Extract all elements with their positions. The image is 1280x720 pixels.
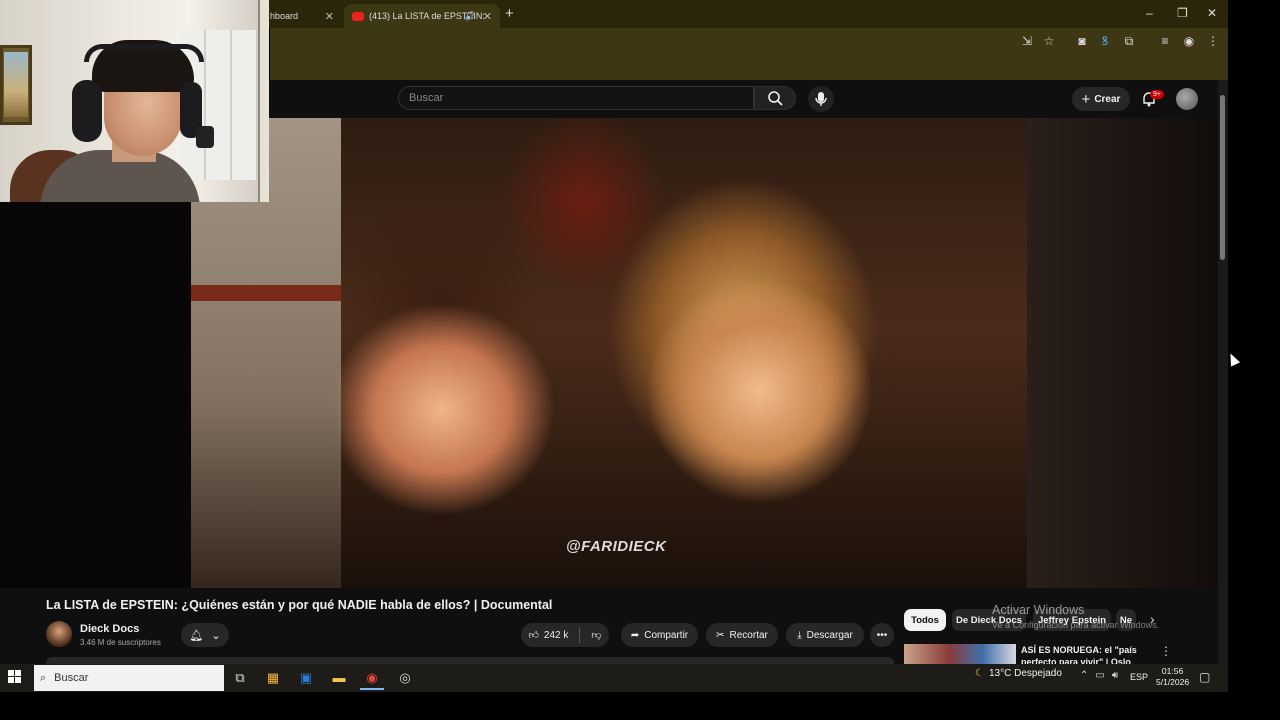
video-frame-edge (1027, 118, 1218, 588)
channel-name[interactable]: Dieck Docs (80, 623, 139, 635)
restore-button[interactable]: ❐ (1177, 6, 1188, 20)
search-button[interactable] (754, 86, 796, 110)
chip-all[interactable]: Todos (904, 609, 946, 631)
obs-icon[interactable]: ◎ (395, 668, 415, 688)
notifications-center-icon[interactable]: ▢ (1199, 670, 1210, 684)
search-icon (768, 91, 783, 106)
input-language[interactable]: ESP (1130, 672, 1148, 682)
like-count[interactable]: 242 k (544, 630, 568, 641)
browser-tab[interactable]: hboard ✕ (270, 4, 342, 28)
search-input[interactable]: Buscar (398, 86, 754, 110)
clock-date: 5/1/2026 (1156, 677, 1190, 687)
weather-text: 13°C Despejado (988, 668, 1062, 679)
task-view-icon[interactable]: ⧉ (230, 668, 250, 688)
download-button[interactable]: ⤓ Descargar (786, 623, 864, 647)
clock[interactable]: 01:56 5/1/2026 (1156, 666, 1189, 688)
description-box[interactable] (46, 657, 894, 664)
thumbs-up-icon[interactable]: 👍︎ (528, 629, 538, 641)
recommended-title[interactable]: ASÍ ES NORUEGA: el "país perfecto para v… (1021, 644, 1149, 664)
speaker-icon[interactable]: 🔊 (465, 11, 476, 22)
share-button[interactable]: ➦ Compartir (621, 623, 698, 647)
download-label: Descargar (806, 629, 853, 641)
weather-widget[interactable]: ☾ 13°C Despejado (975, 668, 1062, 679)
microsoft-store-icon[interactable]: ▦ (263, 668, 283, 688)
bookmarks-bar (270, 56, 1228, 81)
volume-icon[interactable]: 🔊︎ (1112, 670, 1118, 681)
chevron-up-icon[interactable]: ⌃ (1080, 670, 1088, 681)
subscriber-count: 3.46 M de suscriptores (80, 638, 161, 647)
close-tab-icon[interactable]: ✕ (325, 10, 334, 23)
windows-activation-subtitle: Ve a Configuración para activar Windows. (992, 620, 1160, 630)
active-app-indicator (360, 688, 384, 690)
tab-label: hboard (270, 11, 299, 21)
webcam-painting-art (4, 52, 28, 117)
chrome-icon[interactable]: ◉ (362, 668, 382, 688)
share-arrow-icon: ➦ (630, 629, 640, 641)
like-dislike-group: 👍︎ 242 k 👎︎ (521, 623, 609, 647)
close-window-button[interactable]: ✕ (1207, 6, 1217, 20)
clock-time: 01:56 (1161, 666, 1184, 676)
menu-kebab-icon[interactable]: ⋮ (1206, 34, 1220, 48)
taskbar-search-label: Buscar (54, 672, 89, 684)
microphone-icon (815, 92, 827, 106)
file-explorer-icon[interactable]: ▬ (329, 668, 349, 688)
extension-icon[interactable]: ◙ (1075, 34, 1089, 48)
video-watermark: @FARIDIECK (566, 538, 667, 555)
word-icon[interactable]: ▣ (296, 668, 316, 688)
start-button[interactable] (8, 670, 22, 684)
scissors-icon: ✂ (716, 629, 725, 641)
create-label: Crear (1094, 93, 1121, 105)
chevron-down-icon: ⌄ (211, 629, 221, 642)
windows-logo-icon (8, 670, 21, 683)
extensions-puzzle-icon[interactable]: ⧉ (1122, 34, 1136, 48)
install-app-icon[interactable]: ⇲ (1020, 34, 1034, 48)
webcam-overlay (0, 0, 269, 202)
more-vert-icon[interactable]: ⋮ (1160, 644, 1172, 658)
new-tab-button[interactable]: + (505, 5, 514, 22)
clip-label: Recortar (729, 629, 768, 641)
windows-activation-title: Activar Windows (992, 603, 1085, 617)
browser-tab-active[interactable]: (413) La LISTA de EPSTEIN: 🔊 ✕ (344, 4, 500, 28)
profile-icon[interactable]: ◉ (1182, 34, 1196, 48)
system-tray[interactable]: ⌃ ▭ 🔊︎ (1080, 670, 1118, 681)
minimize-button[interactable]: – (1146, 6, 1153, 20)
more-actions-button[interactable]: ••• (870, 623, 894, 647)
video-title: La LISTA de EPSTEIN: ¿Quiénes están y po… (46, 598, 553, 612)
bell-icon: 🔔︎ (189, 629, 204, 642)
more-dots-icon: ••• (876, 629, 888, 641)
voice-search-button[interactable] (808, 86, 834, 112)
scrollbar-thumb[interactable] (1220, 95, 1225, 260)
notification-badge: 9+ (1150, 90, 1164, 99)
clip-button[interactable]: ✂ Recortar (706, 623, 778, 647)
video-frame-trim (191, 285, 341, 301)
taskbar-search-input[interactable]: ⌕ Buscar (34, 665, 224, 691)
recommended-thumbnail[interactable] (904, 644, 1016, 664)
headphones-band (84, 44, 204, 62)
moon-icon: ☾ (975, 668, 984, 679)
subscription-bell-button[interactable]: 🔔︎ ⌄ (181, 623, 229, 647)
close-tab-icon[interactable]: ✕ (483, 10, 492, 23)
share-label: Compartir (644, 629, 689, 641)
network-icon[interactable]: ▭ (1095, 670, 1104, 681)
account-avatar[interactable] (1176, 88, 1198, 110)
media-control-icon[interactable]: ≡ (1158, 34, 1172, 48)
extension-icon[interactable]: ꝸ (1098, 34, 1112, 48)
plus-icon: + (1081, 90, 1091, 108)
address-bar[interactable]: ⇲ ☆ ◙ ꝸ ⧉ ≡ ◉ ⋮ (270, 28, 1228, 56)
divider (579, 627, 581, 643)
bookmark-star-icon[interactable]: ☆ (1042, 34, 1056, 48)
mouse-cursor-icon (1225, 351, 1241, 367)
headset-microphone (196, 126, 214, 148)
thumbs-down-icon[interactable]: 👎︎ (591, 629, 601, 641)
youtube-favicon-icon (352, 11, 364, 21)
channel-avatar[interactable] (46, 621, 72, 647)
search-icon: ⌕ (40, 671, 47, 684)
webcam-door-frame (258, 0, 269, 202)
download-icon: ⤓ (797, 629, 802, 641)
headphones-left-cup (72, 80, 102, 142)
create-button[interactable]: + Crear (1072, 87, 1130, 111)
